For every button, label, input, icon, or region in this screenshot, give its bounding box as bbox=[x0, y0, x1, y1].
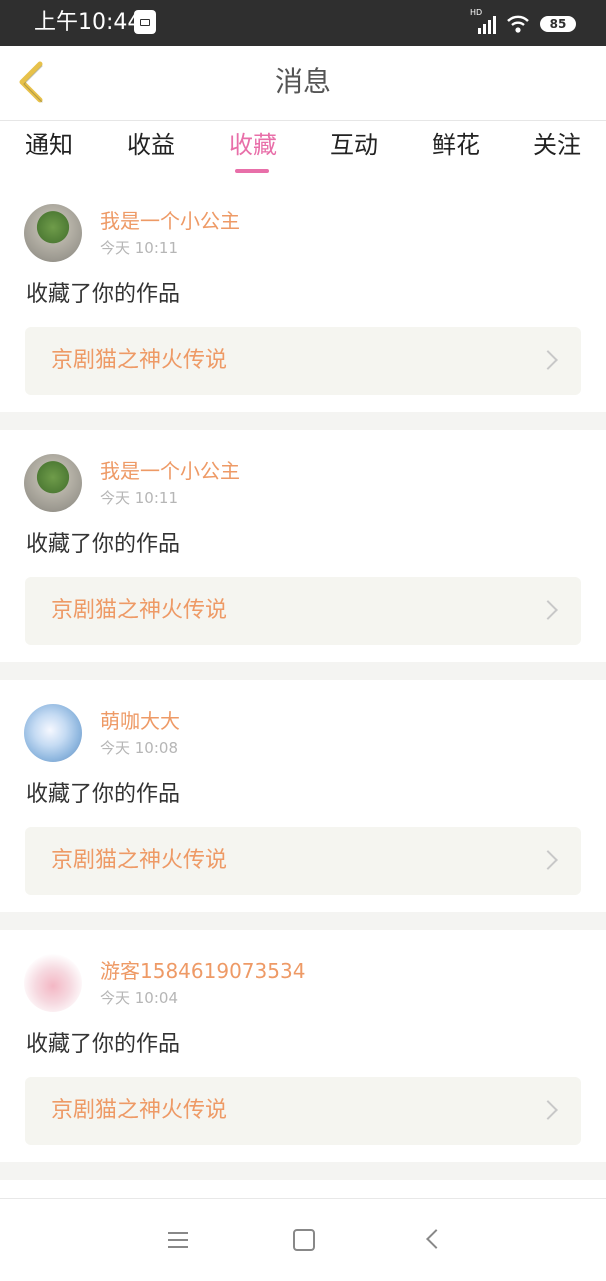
divider bbox=[0, 1162, 606, 1180]
chevron-right-icon bbox=[538, 600, 558, 620]
work-title: 京剧猫之神火传说 bbox=[51, 598, 228, 623]
status-icons: HD 85 bbox=[470, 8, 576, 36]
tab-notifications[interactable]: 通知 bbox=[9, 129, 89, 161]
avatar[interactable] bbox=[24, 954, 82, 1012]
username[interactable]: 萌咖大大 bbox=[100, 708, 180, 734]
timestamp: 今天 10:04 bbox=[100, 989, 178, 1007]
list-item: 我是一个小公主 今天 10:11 收藏了你的作品 京剧猫之神火传说 bbox=[0, 180, 606, 412]
avatar[interactable] bbox=[24, 204, 82, 262]
work-link[interactable]: 京剧猫之神火传说 bbox=[25, 1077, 581, 1145]
timestamp: 今天 10:11 bbox=[100, 489, 178, 507]
action-text: 收藏了你的作品 bbox=[26, 532, 181, 557]
username[interactable]: 我是一个小公主 bbox=[100, 208, 240, 234]
chevron-right-icon bbox=[538, 850, 558, 870]
list-item: 我是一个小公主 今天 10:11 收藏了你的作品 京剧猫之神火传说 bbox=[0, 430, 606, 662]
tab-interactions[interactable]: 互动 bbox=[314, 129, 394, 161]
username[interactable]: 我是一个小公主 bbox=[100, 458, 240, 484]
timestamp: 今天 10:11 bbox=[100, 239, 178, 257]
divider bbox=[0, 912, 606, 930]
work-link[interactable]: 京剧猫之神火传说 bbox=[25, 327, 581, 395]
tab-flowers[interactable]: 鲜花 bbox=[416, 129, 496, 161]
message-list: 我是一个小公主 今天 10:11 收藏了你的作品 京剧猫之神火传说 我是一个小公… bbox=[0, 180, 606, 1180]
signal-icon: HD bbox=[470, 8, 496, 34]
divider bbox=[0, 412, 606, 430]
work-link[interactable]: 京剧猫之神火传说 bbox=[25, 827, 581, 895]
chevron-right-icon bbox=[538, 1100, 558, 1120]
action-text: 收藏了你的作品 bbox=[26, 282, 181, 307]
tab-favorites-label: 收藏 bbox=[229, 131, 277, 159]
timestamp: 今天 10:08 bbox=[100, 739, 178, 757]
menu-icon[interactable] bbox=[164, 1225, 194, 1255]
work-title: 京剧猫之神火传说 bbox=[51, 848, 228, 873]
list-item: 萌咖大大 今天 10:08 收藏了你的作品 京剧猫之神火传说 bbox=[0, 680, 606, 912]
status-bar: 上午10:44 HD 85 bbox=[0, 0, 606, 46]
home-square-icon[interactable] bbox=[289, 1225, 319, 1255]
action-text: 收藏了你的作品 bbox=[26, 1032, 181, 1057]
wifi-icon bbox=[507, 15, 529, 33]
tab-favorites[interactable]: 收藏 bbox=[213, 129, 293, 173]
divider bbox=[0, 662, 606, 680]
tab-bar: 通知 收益 收藏 互动 鲜花 关注 bbox=[0, 121, 606, 181]
action-text: 收藏了你的作品 bbox=[26, 782, 181, 807]
notification-icon bbox=[134, 10, 156, 34]
hd-label: HD bbox=[470, 8, 483, 17]
status-time: 上午10:44 bbox=[34, 10, 142, 35]
username[interactable]: 游客1584619073534 bbox=[100, 958, 305, 984]
work-link[interactable]: 京剧猫之神火传说 bbox=[25, 577, 581, 645]
chevron-right-icon bbox=[538, 350, 558, 370]
avatar[interactable] bbox=[24, 454, 82, 512]
tab-following[interactable]: 关注 bbox=[517, 129, 597, 161]
system-nav-bar bbox=[0, 1198, 606, 1281]
header: 消息 bbox=[0, 46, 606, 121]
battery-indicator: 85 bbox=[540, 16, 576, 32]
page-title: 消息 bbox=[274, 65, 331, 98]
list-item: 游客1584619073534 今天 10:04 收藏了你的作品 京剧猫之神火传… bbox=[0, 930, 606, 1162]
avatar[interactable] bbox=[24, 704, 82, 762]
work-title: 京剧猫之神火传说 bbox=[51, 348, 228, 373]
tab-earnings[interactable]: 收益 bbox=[111, 129, 191, 161]
active-tab-indicator bbox=[235, 169, 269, 173]
back-icon[interactable] bbox=[420, 1225, 450, 1255]
work-title: 京剧猫之神火传说 bbox=[51, 1098, 228, 1123]
